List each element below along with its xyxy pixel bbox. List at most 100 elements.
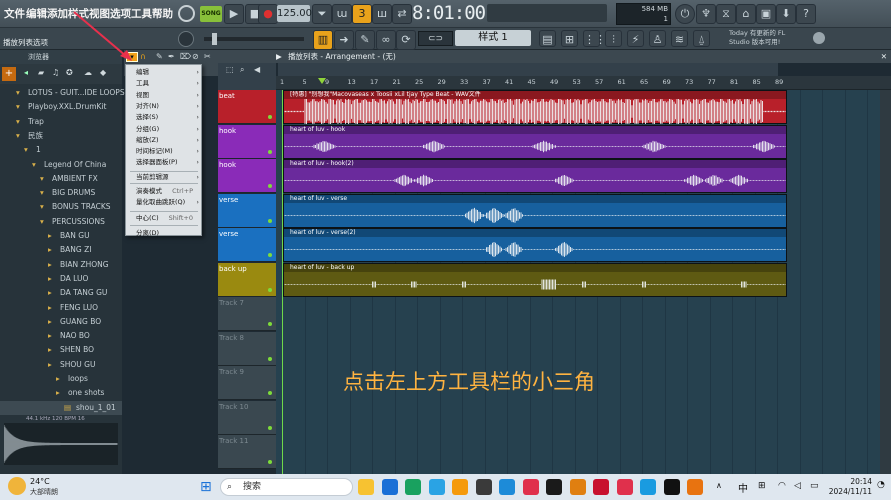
- audio-clip[interactable]: heart of luv - hook: [283, 124, 787, 159]
- browser-item[interactable]: ▾ AMBIENT FX: [0, 172, 122, 186]
- edge-browser-icon[interactable]: [381, 479, 398, 495]
- track-mute-led-icon[interactable]: [268, 149, 272, 154]
- master-volume-knob[interactable]: [178, 5, 195, 22]
- browser-item[interactable]: ▾ BIG DRUMS: [0, 186, 122, 200]
- mute-icon[interactable]: ⊘: [192, 52, 199, 61]
- close-icon[interactable]: ✕: [881, 50, 887, 63]
- shuffle-button[interactable]: ⟳: [396, 30, 416, 50]
- menu-help[interactable]: 帮助: [152, 6, 173, 21]
- fl-studio-icon[interactable]: [452, 479, 468, 495]
- browser-item[interactable]: ▸ DA TANG GU: [0, 286, 122, 300]
- save-button[interactable]: ▣: [756, 4, 776, 24]
- browser-item[interactable]: ▤ shou_1_01: [0, 400, 122, 415]
- menu-item[interactable]: 选择(S) ›: [126, 112, 201, 123]
- menu-item[interactable]: 选择器面板(P) ›: [126, 157, 201, 168]
- track-mute-led-icon[interactable]: [268, 391, 272, 395]
- folder-icon[interactable]: ▰: [38, 68, 44, 77]
- track-header[interactable]: Track 10: [218, 400, 276, 435]
- app-icon[interactable]: [522, 479, 539, 495]
- track-header[interactable]: back up: [218, 262, 276, 297]
- ime-settings-icon[interactable]: ⊞: [758, 481, 766, 491]
- tag-icon[interactable]: ◆: [100, 68, 106, 77]
- menu-item[interactable]: 中心(C) Shift+0: [126, 213, 201, 224]
- piano-roll-button[interactable]: ⊞: [561, 30, 578, 47]
- tempo-display[interactable]: 125.000: [277, 5, 318, 22]
- browser-item[interactable]: ▾ BONUS TRACKS: [0, 200, 122, 214]
- browser-item[interactable]: ▸ one shots: [0, 386, 122, 400]
- track-mute-led-icon[interactable]: [268, 425, 272, 430]
- track-header[interactable]: Track 7: [218, 297, 276, 331]
- clock-date[interactable]: 2024/11/11: [826, 487, 872, 496]
- clock-time[interactable]: 20:14: [832, 477, 872, 486]
- star-icon[interactable]: ✪: [66, 68, 73, 77]
- playhead-marker-icon[interactable]: [318, 78, 326, 84]
- menu-item[interactable]: 对齐(N) ›: [126, 101, 201, 112]
- track-mute-led-icon[interactable]: [268, 184, 272, 188]
- track-header[interactable]: Track 11: [218, 435, 276, 469]
- browser-item[interactable]: ▸ BIAN ZHONG: [0, 258, 122, 272]
- playlist-scroll-overview[interactable]: [278, 63, 778, 76]
- app-icon[interactable]: [640, 479, 656, 495]
- track-mute-led-icon[interactable]: [268, 460, 272, 464]
- track-header[interactable]: verse: [218, 228, 276, 262]
- browser-item[interactable]: ▸ SHEN BO: [0, 343, 122, 357]
- delete-icon[interactable]: ⌦: [180, 52, 191, 61]
- track-mute-led-icon[interactable]: [268, 115, 272, 119]
- music-icon[interactable]: ♫: [52, 68, 59, 77]
- app-icon[interactable]: [428, 479, 445, 495]
- wifi-icon[interactable]: ◠: [778, 481, 786, 491]
- master-pitch-slider[interactable]: [204, 33, 304, 45]
- app-icon[interactable]: [663, 479, 680, 495]
- menu-item[interactable]: 工具 ›: [126, 78, 201, 89]
- browser-menu-icon[interactable]: +: [2, 67, 16, 81]
- online-button[interactable]: ⏻: [675, 4, 695, 24]
- track-header[interactable]: verse: [218, 193, 276, 228]
- browser-item[interactable]: ▾ Playboy.XXL.DrumKit: [0, 100, 122, 114]
- arrow-left-icon[interactable]: ◂: [24, 68, 28, 77]
- windows-start-icon[interactable]: ⊞: [200, 479, 216, 495]
- metronome-button[interactable]: ⏷: [312, 4, 332, 24]
- browser-item[interactable]: ▸ SHOU GU: [0, 358, 122, 372]
- track-header[interactable]: hook: [218, 124, 276, 159]
- slice-icon[interactable]: ✂: [204, 52, 211, 61]
- browser-item[interactable]: ▾ Legend Of China: [0, 158, 122, 172]
- menu-item[interactable]: 量化取曲跳跃(Q) ›: [126, 197, 201, 208]
- track-mute-led-icon[interactable]: [268, 322, 272, 326]
- browser-item[interactable]: ▾ 民族: [0, 129, 122, 143]
- qq-icon[interactable]: [475, 479, 492, 495]
- browser-item[interactable]: ▸ BAN GU: [0, 229, 122, 243]
- browser-button[interactable]: ♙: [649, 30, 666, 47]
- track-mute-led-icon[interactable]: [268, 253, 272, 257]
- render-button[interactable]: ≋: [671, 30, 688, 47]
- menu-item[interactable]: 分离(D): [126, 228, 201, 239]
- song-mode-toggle[interactable]: SONG: [200, 6, 222, 22]
- audio-clip[interactable]: [特惠] "别想我"Macovaseas x Toosii xLil tjay …: [283, 90, 787, 124]
- pattern-mode-toggle[interactable]: ⊂⊃: [418, 31, 453, 46]
- pattern-selector[interactable]: 样式 1: [455, 30, 531, 46]
- track-header[interactable]: Track 9: [218, 366, 276, 400]
- slide-button[interactable]: ✎: [355, 30, 375, 50]
- record-button[interactable]: ●: [258, 4, 278, 24]
- weather-icon[interactable]: [8, 477, 26, 495]
- plugin-button[interactable]: ⚡: [627, 30, 644, 47]
- playlist-window-button[interactable]: ▤: [539, 30, 556, 47]
- mixer-button[interactable]: ♆: [696, 4, 716, 24]
- mixer-window-button[interactable]: ⫶: [605, 30, 622, 47]
- play-button[interactable]: ▶: [224, 4, 244, 24]
- zoom-icon[interactable]: ⌕: [240, 65, 244, 75]
- menu-item[interactable]: 分组(G) ›: [126, 124, 201, 135]
- wechat-icon[interactable]: [405, 479, 421, 495]
- cpu-button[interactable]: ⧖: [716, 4, 736, 24]
- track-mute-led-icon[interactable]: [268, 287, 272, 292]
- select-icon[interactable]: ⬚: [226, 65, 234, 74]
- wps-icon[interactable]: [593, 479, 609, 495]
- countdown-button[interactable]: 3: [352, 4, 372, 24]
- loop-record-button[interactable]: ⇄: [392, 4, 412, 24]
- channel-rack-button[interactable]: ⋮⋮: [583, 30, 606, 47]
- audio-clip[interactable]: heart of luv - hook(2): [283, 159, 787, 193]
- link-button[interactable]: ∞: [376, 30, 396, 50]
- track-mute-led-icon[interactable]: [268, 218, 272, 223]
- browser-item[interactable]: ▸ loops: [0, 372, 122, 386]
- menu-edit[interactable]: 编辑: [26, 6, 47, 21]
- tempo-tapper-button[interactable]: ⍙: [693, 30, 710, 47]
